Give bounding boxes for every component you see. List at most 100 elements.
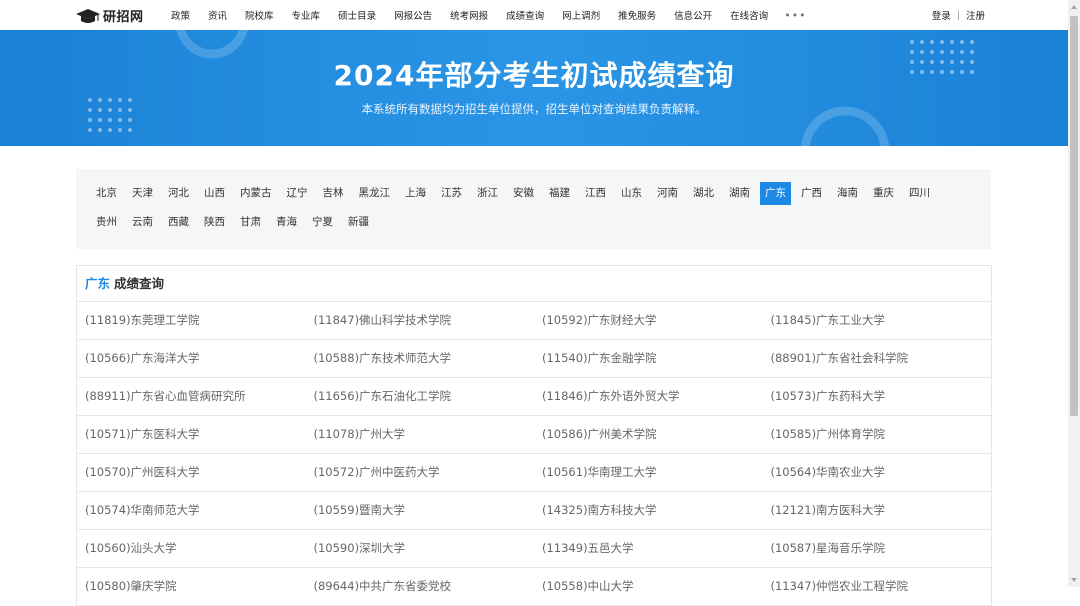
nav-item[interactable]: 网报公告 [394,8,432,22]
region-row: 北京 天津 河北 山西 内蒙古 辽宁 吉林 黑龙江 上海 江苏 浙江 安徽 福建 江西 山东 河南 湖北 湖南 广东… [91,182,940,205]
nav-item[interactable]: 政策 [171,8,190,22]
school-link[interactable]: (10572)广州中医药大学 [306,454,535,491]
results-heading: 广东 成绩查询 [77,266,991,302]
region-tab[interactable]: 江西 [580,182,611,205]
region-tab[interactable]: 天津 [127,182,158,205]
banner-dot [950,40,954,44]
school-link[interactable]: (11819)东莞理工学院 [77,302,306,339]
school-link[interactable]: (10588)广东技术师范大学 [306,340,535,377]
school-link[interactable]: (11349)五邑大学 [534,530,763,567]
login-link[interactable]: 登录 [932,8,951,22]
region-tab[interactable]: 山西 [199,182,230,205]
school-link[interactable]: (88911)广东省心血管病研究所 [77,378,306,415]
nav-item[interactable]: 硕士目录 [338,8,376,22]
school-link[interactable]: (10573)广东药科大学 [763,378,992,415]
region-tab[interactable]: 新疆 [343,211,374,234]
region-tab[interactable]: 安徽 [508,182,539,205]
region-tab[interactable]: 甘肃 [235,211,266,234]
results-province: 广东 [85,276,111,291]
region-tab[interactable]: 浙江 [472,182,503,205]
school-link[interactable]: (10570)广州医科大学 [77,454,306,491]
nav-item[interactable]: 推免服务 [618,8,656,22]
site-logo[interactable]: 研招网 [76,6,144,25]
school-link[interactable]: (10560)汕头大学 [77,530,306,567]
nav-item[interactable]: 专业库 [292,8,321,22]
school-link[interactable]: (11846)广东外语外贸大学 [534,378,763,415]
school-link[interactable]: (11656)广东石油化工学院 [306,378,535,415]
school-link[interactable]: (10561)华南理工大学 [534,454,763,491]
page-banner: 2024年部分考生初试成绩查询 本系统所有数据均为招生单位提供，招生单位对查询结… [0,30,1068,146]
school-link[interactable]: (10574)华南师范大学 [77,492,306,529]
school-link[interactable]: (10571)广东医科大学 [77,416,306,453]
banner-dot [98,128,102,132]
banner-dot [930,40,934,44]
table-row: (11819)东莞理工学院 (11847)佛山科学技术学院 (10592)广东财经大… [77,302,991,340]
school-link[interactable]: (10564)华南农业大学 [763,454,992,491]
region-tab[interactable]: 内蒙古 [235,182,277,205]
table-row: (10566)广东海洋大学 (10588)广东技术师范大学 (11540)广东金融学… [77,340,991,378]
banner-dot [108,128,112,132]
school-link[interactable]: (10585)广州体育学院 [763,416,992,453]
region-tab[interactable]: 宁夏 [307,211,338,234]
school-link[interactable]: (10586)广州美术学院 [534,416,763,453]
banner-dot [98,118,102,122]
school-link[interactable]: (11078)广州大学 [306,416,535,453]
region-tab-active[interactable]: 广东 [760,182,791,205]
region-tab[interactable]: 江苏 [436,182,467,205]
scroll-up-icon[interactable] [1068,0,1080,14]
region-tab[interactable]: 青海 [271,211,302,234]
table-row: (10571)广东医科大学 (11078)广州大学 (10586)广州美术学院 (10… [77,416,991,454]
nav-item[interactable]: 资讯 [208,8,227,22]
banner-dot [920,40,924,44]
school-list: (11819)东莞理工学院 (11847)佛山科学技术学院 (10592)广东财经大… [77,302,991,606]
school-link[interactable]: (11847)佛山科学技术学院 [306,302,535,339]
school-link[interactable]: (10592)广东财经大学 [534,302,763,339]
nav-item[interactable]: 信息公开 [674,8,712,22]
banner-dot [940,40,944,44]
school-link[interactable]: (11845)广东工业大学 [763,302,992,339]
nav-item[interactable]: 统考网报 [450,8,488,22]
region-tab[interactable]: 河南 [652,182,683,205]
region-tab[interactable]: 重庆 [868,182,899,205]
scroll-down-icon[interactable] [1068,573,1080,587]
region-tab[interactable]: 河北 [163,182,194,205]
banner-dot [970,40,974,44]
nav-item[interactable]: 在线咨询 [730,8,768,22]
banner-dot [88,118,92,122]
region-tab[interactable]: 山东 [616,182,647,205]
school-link[interactable]: (10587)星海音乐学院 [763,530,992,567]
region-tab[interactable]: 四川 [904,182,935,205]
nav-item[interactable]: 院校库 [245,8,274,22]
region-tab[interactable]: 西藏 [163,211,194,234]
page-scrollbar[interactable] [1068,0,1080,587]
banner-dot [118,128,122,132]
school-link[interactable]: (14325)南方科技大学 [534,492,763,529]
region-tab[interactable]: 广西 [796,182,827,205]
banner-dot [118,118,122,122]
region-tab[interactable]: 湖南 [724,182,755,205]
main-menu: 政策 资讯 院校库 专业库 硕士目录 网报公告 统考网报 成绩查询 网上调剂 推免服务 信息公开 在线… [171,0,807,30]
region-tab[interactable]: 上海 [400,182,431,205]
school-link[interactable]: (11540)广东金融学院 [534,340,763,377]
school-link[interactable]: (88901)广东省社会科学院 [763,340,992,377]
region-tab[interactable]: 吉林 [318,182,349,205]
nav-item[interactable]: 成绩查询 [506,8,544,22]
school-link[interactable]: (12121)南方医科大学 [763,492,992,529]
region-tab[interactable]: 海南 [832,182,863,205]
scrollbar-thumb[interactable] [1070,16,1078,416]
school-link[interactable]: (10566)广东海洋大学 [77,340,306,377]
region-tab[interactable]: 贵州 [91,211,122,234]
nav-item[interactable]: 网上调剂 [562,8,600,22]
school-link[interactable]: (10590)深圳大学 [306,530,535,567]
banner-dot [108,118,112,122]
region-tab[interactable]: 湖北 [688,182,719,205]
school-link[interactable]: (10559)暨南大学 [306,492,535,529]
region-tab[interactable]: 黑龙江 [354,182,396,205]
region-tab[interactable]: 陕西 [199,211,230,234]
region-tab[interactable]: 福建 [544,182,575,205]
region-tab[interactable]: 北京 [91,182,122,205]
region-tab[interactable]: 云南 [127,211,158,234]
more-menu-icon[interactable]: ••• [784,9,806,22]
register-link[interactable]: 注册 [966,8,985,22]
region-tab[interactable]: 辽宁 [282,182,313,205]
